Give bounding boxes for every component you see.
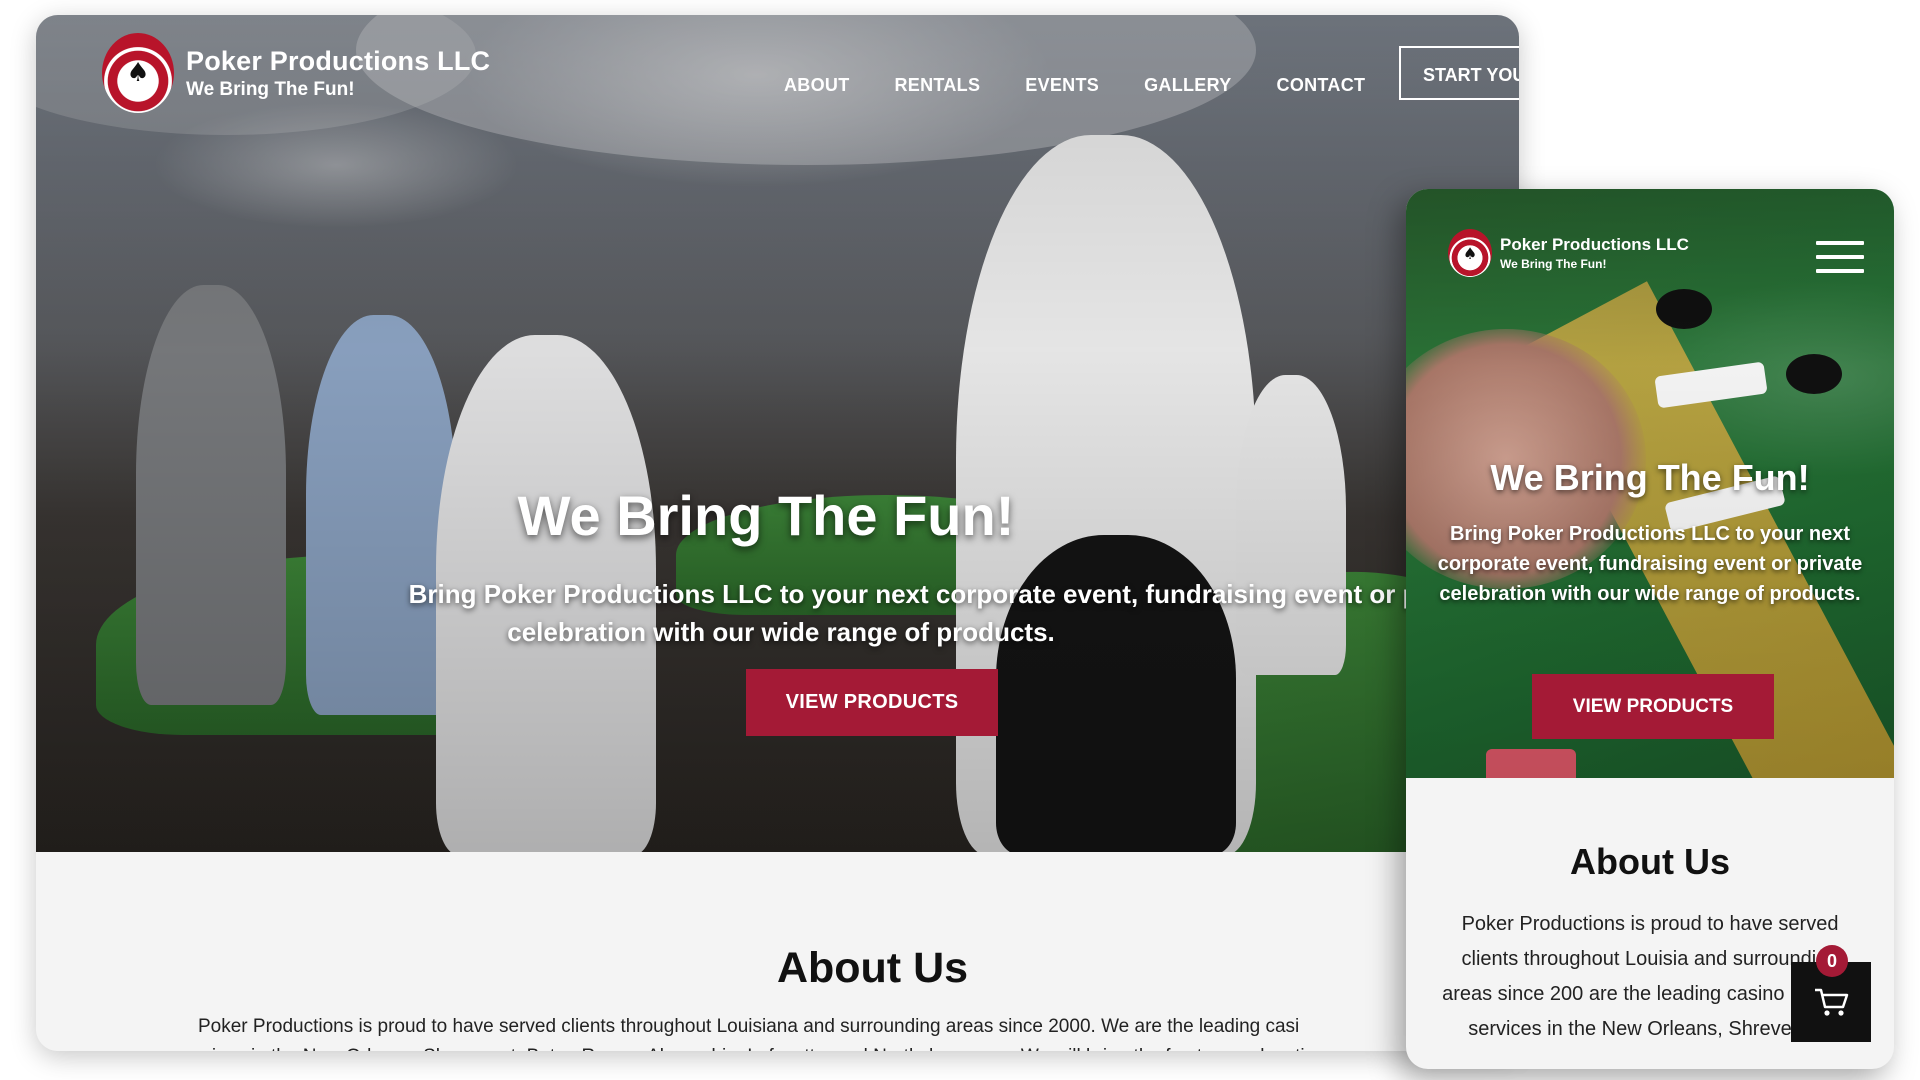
main-menu: ABOUT RENTALS EVENTS GALLERY CONTACT <box>784 75 1410 96</box>
desktop-mockup: ♠ Poker Productions LLC We Bring The Fun… <box>36 15 1519 1051</box>
nav-events[interactable]: EVENTS <box>1025 75 1099 96</box>
brand-tagline: We Bring The Fun! <box>186 78 355 100</box>
mobile-logo-badge-icon: ♠ <box>1448 229 1492 277</box>
hamburger-menu-icon[interactable] <box>1816 241 1864 275</box>
about-line-1: Poker Productions is proud to have serve… <box>198 1016 1300 1037</box>
cart-count-badge: 0 <box>1816 945 1848 977</box>
cart-icon <box>1815 988 1849 1016</box>
top-navigation: ♠ Poker Productions LLC We Bring The Fun… <box>36 15 1519 135</box>
hero-subtitle-line1: Bring Poker Productions LLC to your next… <box>408 579 1474 609</box>
mobile-mockup: ♠ Poker Productions LLC We Bring The Fun… <box>1406 189 1894 1069</box>
mobile-brand-tagline: We Bring The Fun! <box>1500 257 1607 271</box>
mobile-view-products-button[interactable]: VIEW PRODUCTS <box>1532 674 1774 739</box>
hero-subtitle-line2: celebration with our wide range of produ… <box>507 617 1055 647</box>
mobile-hero-subtitle: Bring Poker Productions LLC to your next… <box>1437 523 1863 605</box>
logo[interactable]: ♠ Poker Productions LLC We Bring The Fun… <box>102 33 490 113</box>
nav-contact[interactable]: CONTACT <box>1277 75 1366 96</box>
hero-subtitle: Bring Poker Productions LLC to your next… <box>286 575 1519 651</box>
brand-name: Poker Productions LLC <box>186 45 491 76</box>
nav-rentals[interactable]: RENTALS <box>895 75 981 96</box>
logo-text: Poker Productions LLC We Bring The Fun! <box>186 46 490 101</box>
mobile-about-title: About Us <box>1570 841 1730 882</box>
mobile-logo-text: Poker Productions LLC We Bring The Fun! <box>1492 235 1689 271</box>
nav-gallery[interactable]: GALLERY <box>1144 75 1231 96</box>
hero-title: We Bring The Fun! <box>517 484 1015 547</box>
hero-section: ♠ Poker Productions LLC We Bring The Fun… <box>36 15 1519 852</box>
mobile-logo[interactable]: ♠ Poker Productions LLC We Bring The Fun… <box>1448 229 1689 277</box>
nav-about[interactable]: ABOUT <box>784 75 850 96</box>
mobile-hero-section: ♠ Poker Productions LLC We Bring The Fun… <box>1406 189 1894 778</box>
mobile-hero-title: We Bring The Fun! <box>1490 457 1810 498</box>
about-section: About Us Poker Productions is proud to h… <box>36 852 1519 1051</box>
view-products-button[interactable]: VIEW PRODUCTS <box>746 669 998 736</box>
logo-badge-icon: ♠ <box>102 33 174 113</box>
start-button[interactable]: START YOU <box>1399 46 1519 100</box>
about-title: About Us <box>776 944 969 992</box>
about-text: Poker Productions is proud to have serve… <box>176 1012 1519 1051</box>
about-line-2: services in the New Orleans, Shreveport,… <box>176 1042 1519 1051</box>
mobile-brand-name: Poker Productions LLC <box>1500 235 1689 254</box>
